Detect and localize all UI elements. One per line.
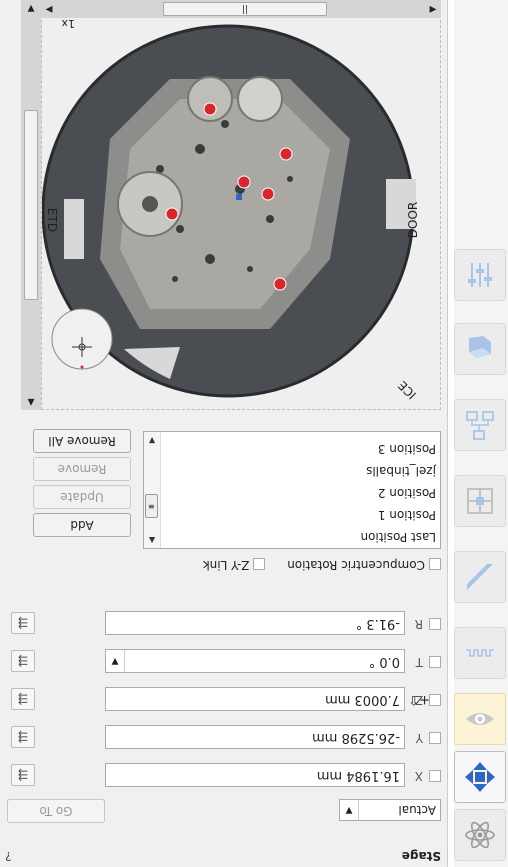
list-item[interactable]: Position 3 [378,442,436,456]
scroll-right-icon[interactable]: ▶ [41,0,57,18]
compucentric-checkbox[interactable] [429,558,441,571]
axis-x-label: X [414,769,423,783]
eye-icon [466,713,494,725]
atom-icon [465,821,495,849]
scroll-down-icon[interactable]: ▼ [21,0,41,16]
link-options: Compucentric Rotation Z-Y Link [185,558,441,572]
scroll-thumb[interactable] [24,110,38,300]
hierarchy-tool-button[interactable] [454,399,506,451]
wedge-icon [467,564,493,590]
axis-t-pin-button[interactable]: ⇶ [11,650,35,672]
axis-row-z: Z 7.0003 mm +⇧ ⇶ [5,687,441,711]
view-horizontal-scrollbar[interactable]: ◀ || ▶ [41,0,441,18]
scroll-thumb[interactable]: ≡ [145,494,158,518]
axis-y-value[interactable]: -26.5298 mm [105,725,405,749]
scroll-up-icon[interactable]: ▲ [144,532,160,548]
help-button[interactable]: ? [5,849,11,863]
axis-t-value-text: 0.0 ° [368,654,400,669]
axis-r-value[interactable]: -91.3 ° [105,611,405,635]
axis-t-checkbox[interactable] [429,656,441,668]
list-item[interactable]: Position 1 [378,508,436,522]
axis-row-y: Y -26.5298 mm ⇶ [5,725,441,749]
stage-panel: Stage ? Actual ▼ Go To X 16.1984 mm ⇶ Y … [0,0,448,867]
axis-r-pin-button[interactable]: ⇶ [11,612,35,634]
axis-row-x: X 16.1984 mm ⇶ [5,763,441,787]
axis-y-pin-button[interactable]: ⇶ [11,726,35,748]
axis-r-checkbox[interactable] [429,618,441,630]
cube-icon [469,336,491,358]
view-vertical-scrollbar[interactable]: ▲ ▼ [21,0,41,410]
list-item[interactable]: jzel_tinballs [366,464,436,478]
position-list[interactable]: Last Position Position 1 Position 2 jzel… [143,431,441,549]
chamber-view[interactable] [41,0,441,410]
axis-t-label: T [415,655,423,669]
adjust-tool-button[interactable] [454,249,506,301]
list-scrollbar[interactable]: ▲ ≡ ▼ [144,432,161,548]
z-step-hint: +⇧ [408,692,430,707]
axis-row-r: R -91.3 ° ⇶ [5,611,441,635]
chevron-down-icon[interactable]: ▼ [106,650,125,672]
stage-tool-button[interactable] [454,751,506,803]
chamber-image [41,24,416,398]
axis-r-label: R [414,617,423,631]
go-to-button[interactable]: Go To [7,799,105,823]
zy-link-option[interactable]: Z-Y Link [203,558,266,572]
update-position-button[interactable]: Update [33,485,131,509]
tool-sidebar [454,0,508,867]
compucentric-option[interactable]: Compucentric Rotation [287,558,441,572]
measure-tool-button[interactable] [454,551,506,603]
grid-icon [467,488,493,514]
hierarchy-icon [466,411,494,440]
position-mode-select[interactable]: Actual ▼ [339,799,441,821]
stage-move-icon [465,762,495,792]
scan-tool-button[interactable] [454,627,506,679]
list-item[interactable]: Position 2 [378,486,436,500]
sample-tool-button[interactable] [454,323,506,375]
list-item[interactable]: Last Position [360,530,436,544]
axis-x-pin-button[interactable]: ⇶ [11,764,35,786]
sliders-icon [468,263,492,287]
axis-z-value-text: 7.0003 mm [325,692,400,707]
view-tool-button[interactable] [454,693,506,745]
door-label: DOOR [405,201,420,239]
scroll-up-icon[interactable]: ▲ [21,394,41,410]
remove-position-button[interactable]: Remove [33,457,131,481]
grid-tool-button[interactable] [454,475,506,527]
position-mode-value: Actual [398,803,436,817]
axis-y-checkbox[interactable] [429,732,441,744]
axis-t-value[interactable]: 0.0 ° ▼ [105,649,405,673]
scroll-left-icon[interactable]: ◀ [425,0,441,18]
signal-icon [466,649,494,657]
zoom-level: 1x [61,17,75,30]
atom-tool-button[interactable] [454,809,506,861]
chevron-down-icon[interactable]: ▼ [340,800,359,820]
axis-x-value[interactable]: 16.1984 mm [105,763,405,787]
zy-link-label: Z-Y Link [202,558,250,572]
etd-label: ETD [44,207,59,233]
scroll-down-icon[interactable]: ▼ [144,432,160,448]
remove-all-positions-button[interactable]: Remove All [33,429,131,453]
zy-link-checkbox[interactable] [253,558,266,571]
axis-z-value[interactable]: 7.0003 mm +⇧ [105,687,430,711]
axis-z-pin-button[interactable]: ⇶ [11,688,35,710]
panel-title: Stage [401,849,441,863]
compucentric-label: Compucentric Rotation [287,558,425,572]
scroll-thumb[interactable]: || [163,2,327,16]
axis-x-checkbox[interactable] [429,770,441,782]
axis-row-t: T 0.0 ° ▼ ⇶ [5,649,441,673]
add-position-button[interactable]: Add [33,513,131,537]
axis-y-label: Y [415,731,423,745]
axis-z-checkbox[interactable] [429,694,441,706]
